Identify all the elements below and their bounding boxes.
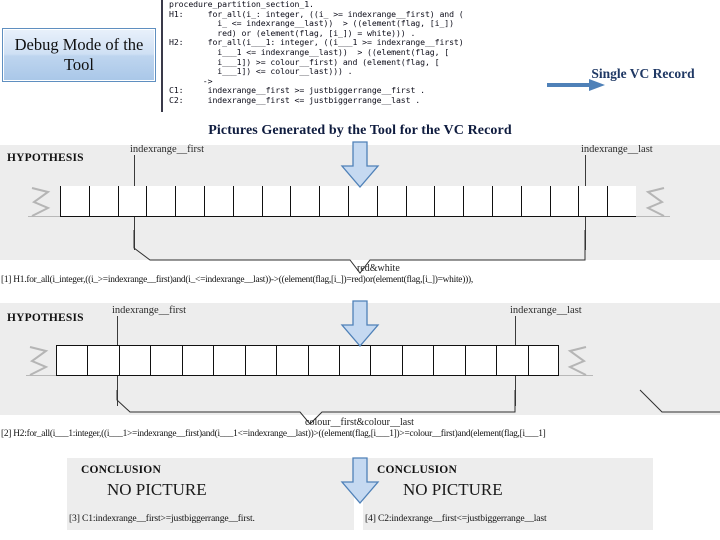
picture1-brace-label: red&white [357, 263, 400, 274]
conclusion-left-title: CONCLUSION [81, 464, 161, 476]
array-cell [150, 345, 182, 376]
array-cell [496, 345, 528, 376]
array-cell [60, 186, 89, 217]
array-cell [118, 345, 151, 376]
array-cell [290, 186, 320, 217]
array-cell [401, 345, 434, 376]
array-cell [213, 345, 245, 376]
array-cell [244, 345, 277, 376]
slide-canvas: procedure_partition_section_1. H1: for_a… [0, 0, 720, 540]
array-cell [520, 186, 550, 217]
picture2-array-strip [56, 345, 559, 376]
array-cell [181, 345, 214, 376]
debug-mode-callout: Debug Mode of the Tool [2, 28, 156, 82]
array-cell [117, 186, 147, 217]
array-cell [549, 186, 579, 217]
picture2-hypothesis-label: HYPOTHESIS [7, 312, 84, 324]
picture1-left-marker-label: indexrange__first [130, 144, 205, 155]
array-cell [434, 186, 464, 217]
picture1-formula: [1] H1.for_all(i_integer,((i_>=indexrang… [1, 275, 473, 285]
array-cell [433, 345, 465, 376]
picture2-down-arrow-icon [340, 300, 380, 347]
array-cell [203, 186, 233, 217]
array-cell [578, 186, 608, 217]
picture2-left-zigzag-icon [29, 346, 49, 376]
picture1-array-strip [60, 186, 636, 217]
conclusion-right-no-picture: NO PICTURE [403, 480, 503, 499]
array-cell [261, 186, 291, 217]
conclusion-left-no-picture: NO PICTURE [107, 480, 207, 499]
array-cell [88, 186, 118, 217]
array-cell [276, 345, 308, 376]
picture2-right-zigzag-icon [567, 346, 587, 376]
array-cell [376, 186, 406, 217]
conclusion-right-footer: [4] C2:indexrange__first<=justbiggerrang… [365, 513, 547, 524]
picture2-left-marker-label: indexrange__first [112, 305, 187, 316]
single-vc-record-label: Single VC Record [591, 66, 695, 81]
picture2-formula: [2] H2:for_all(i___1:integer,((i___1>=in… [1, 429, 546, 439]
array-cell [175, 186, 204, 217]
array-cell [307, 345, 339, 376]
picture1-right-marker-label: indexrange__last [581, 144, 653, 155]
vc-code-block: procedure_partition_section_1. H1: for_a… [161, 0, 589, 112]
array-cell [319, 186, 348, 217]
picture2-brace-label: colour__first&colour__last [305, 417, 414, 428]
conclusion-right-title: CONCLUSION [377, 464, 457, 476]
debug-mode-callout-label: Debug Mode of the Tool [14, 35, 144, 74]
picture2-right-marker-label: indexrange__last [510, 305, 582, 316]
picture1-hypothesis-label: HYPOTHESIS [7, 152, 84, 164]
array-cell [146, 186, 176, 217]
array-cell [232, 186, 262, 217]
array-cell [347, 186, 377, 217]
conclusion-down-arrow-icon [340, 457, 380, 504]
array-cell [338, 345, 371, 376]
array-cell [370, 345, 402, 376]
array-cell [527, 345, 559, 376]
picture1-down-arrow-icon [340, 141, 380, 188]
array-cell [56, 345, 88, 376]
pictures-section-title: Pictures Generated by the Tool for the V… [208, 123, 512, 138]
conclusion-left-footer: [3] C1:indexrange__first>=justbiggerrang… [69, 513, 255, 524]
array-cell [405, 186, 435, 217]
array-cell [464, 345, 497, 376]
array-cell [463, 186, 492, 217]
array-cell [87, 345, 119, 376]
picture1-right-zigzag-icon [645, 187, 665, 217]
array-cell [607, 186, 636, 217]
picture1-left-zigzag-icon [31, 187, 51, 217]
array-cell [491, 186, 521, 217]
